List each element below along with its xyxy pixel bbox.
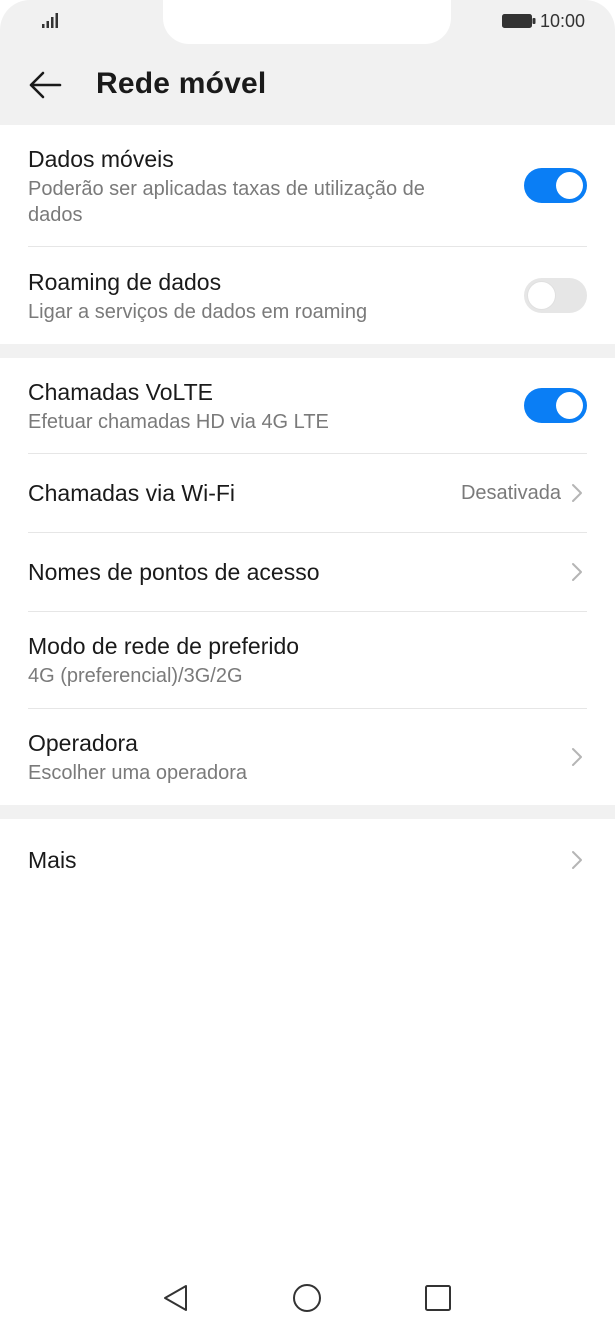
section-mobile-data: Dados móveis Poderão ser aplicadas taxas…	[0, 125, 615, 344]
row-data-roaming[interactable]: Roaming de dados Ligar a serviços de dad…	[28, 247, 587, 344]
row-mobile-data[interactable]: Dados móveis Poderão ser aplicadas taxas…	[28, 125, 587, 247]
chevron-right-icon	[572, 484, 582, 502]
notch	[163, 0, 451, 44]
header-area: 10:00 Rede móvel	[0, 0, 615, 125]
row-label: Operadora	[28, 730, 138, 756]
navigation-bar	[0, 1262, 615, 1334]
row-access-point-names[interactable]: Nomes de pontos de acesso	[28, 533, 587, 612]
row-label: Dados móveis	[28, 145, 174, 172]
chevron-right-icon	[572, 563, 582, 581]
page-title: Rede móvel	[96, 67, 267, 100]
row-label: Roaming de dados	[28, 268, 222, 295]
wifi-calling-value: Desativada	[460, 481, 561, 504]
row-more[interactable]: Mais	[28, 819, 587, 901]
row-wifi-calling[interactable]: Chamadas via Wi-Fi Desativada	[28, 454, 587, 533]
row-label: Modo de rede de preferido	[28, 633, 300, 659]
row-label: Nomes de pontos de acesso	[28, 559, 320, 585]
battery-icon	[502, 14, 536, 28]
back-arrow-icon	[29, 71, 62, 99]
status-time: 10:00	[540, 11, 586, 31]
signal-icon	[42, 13, 58, 28]
row-label: Chamadas VoLTE	[28, 378, 213, 405]
settings-list: Dados móveis Poderão ser aplicadas taxas…	[0, 125, 615, 901]
row-label: Mais	[28, 847, 77, 873]
row-sublabel: 4G (preferencial)/3G/2G	[28, 665, 243, 687]
row-sublabel: Ligar a serviços de dados em roaming	[28, 300, 368, 323]
section-calls-network: Chamadas VoLTE Efetuar chamadas HD via 4…	[0, 358, 615, 805]
volte-toggle[interactable]	[524, 388, 587, 423]
mobile-data-toggle[interactable]	[524, 168, 587, 203]
chevron-right-icon	[572, 851, 582, 869]
row-volte[interactable]: Chamadas VoLTE Efetuar chamadas HD via 4…	[28, 358, 587, 454]
section-divider	[0, 805, 615, 819]
row-sublabel: Poderão ser aplicadas taxas de utilizaçã…	[28, 177, 425, 226]
data-roaming-toggle[interactable]	[524, 278, 587, 313]
row-label: Chamadas via Wi-Fi	[28, 480, 236, 506]
row-sublabel: Escolher uma operadora	[28, 762, 248, 784]
row-operator[interactable]: Operadora Escolher uma operadora	[28, 709, 587, 805]
home-circle-icon[interactable]	[291, 1282, 323, 1314]
row-sublabel: Efetuar chamadas HD via 4G LTE	[28, 410, 329, 433]
screen: 10:00 Rede móvel Dados móveis Poderão se…	[0, 0, 615, 1334]
chevron-right-icon	[572, 748, 582, 766]
row-preferred-network-mode[interactable]: Modo de rede de preferido 4G (preferenci…	[28, 612, 587, 709]
recents-square-icon[interactable]	[422, 1282, 454, 1314]
section-more: Mais	[0, 819, 615, 901]
section-divider	[0, 344, 615, 358]
back-triangle-icon[interactable]	[160, 1282, 192, 1314]
back-button[interactable]	[22, 62, 68, 108]
